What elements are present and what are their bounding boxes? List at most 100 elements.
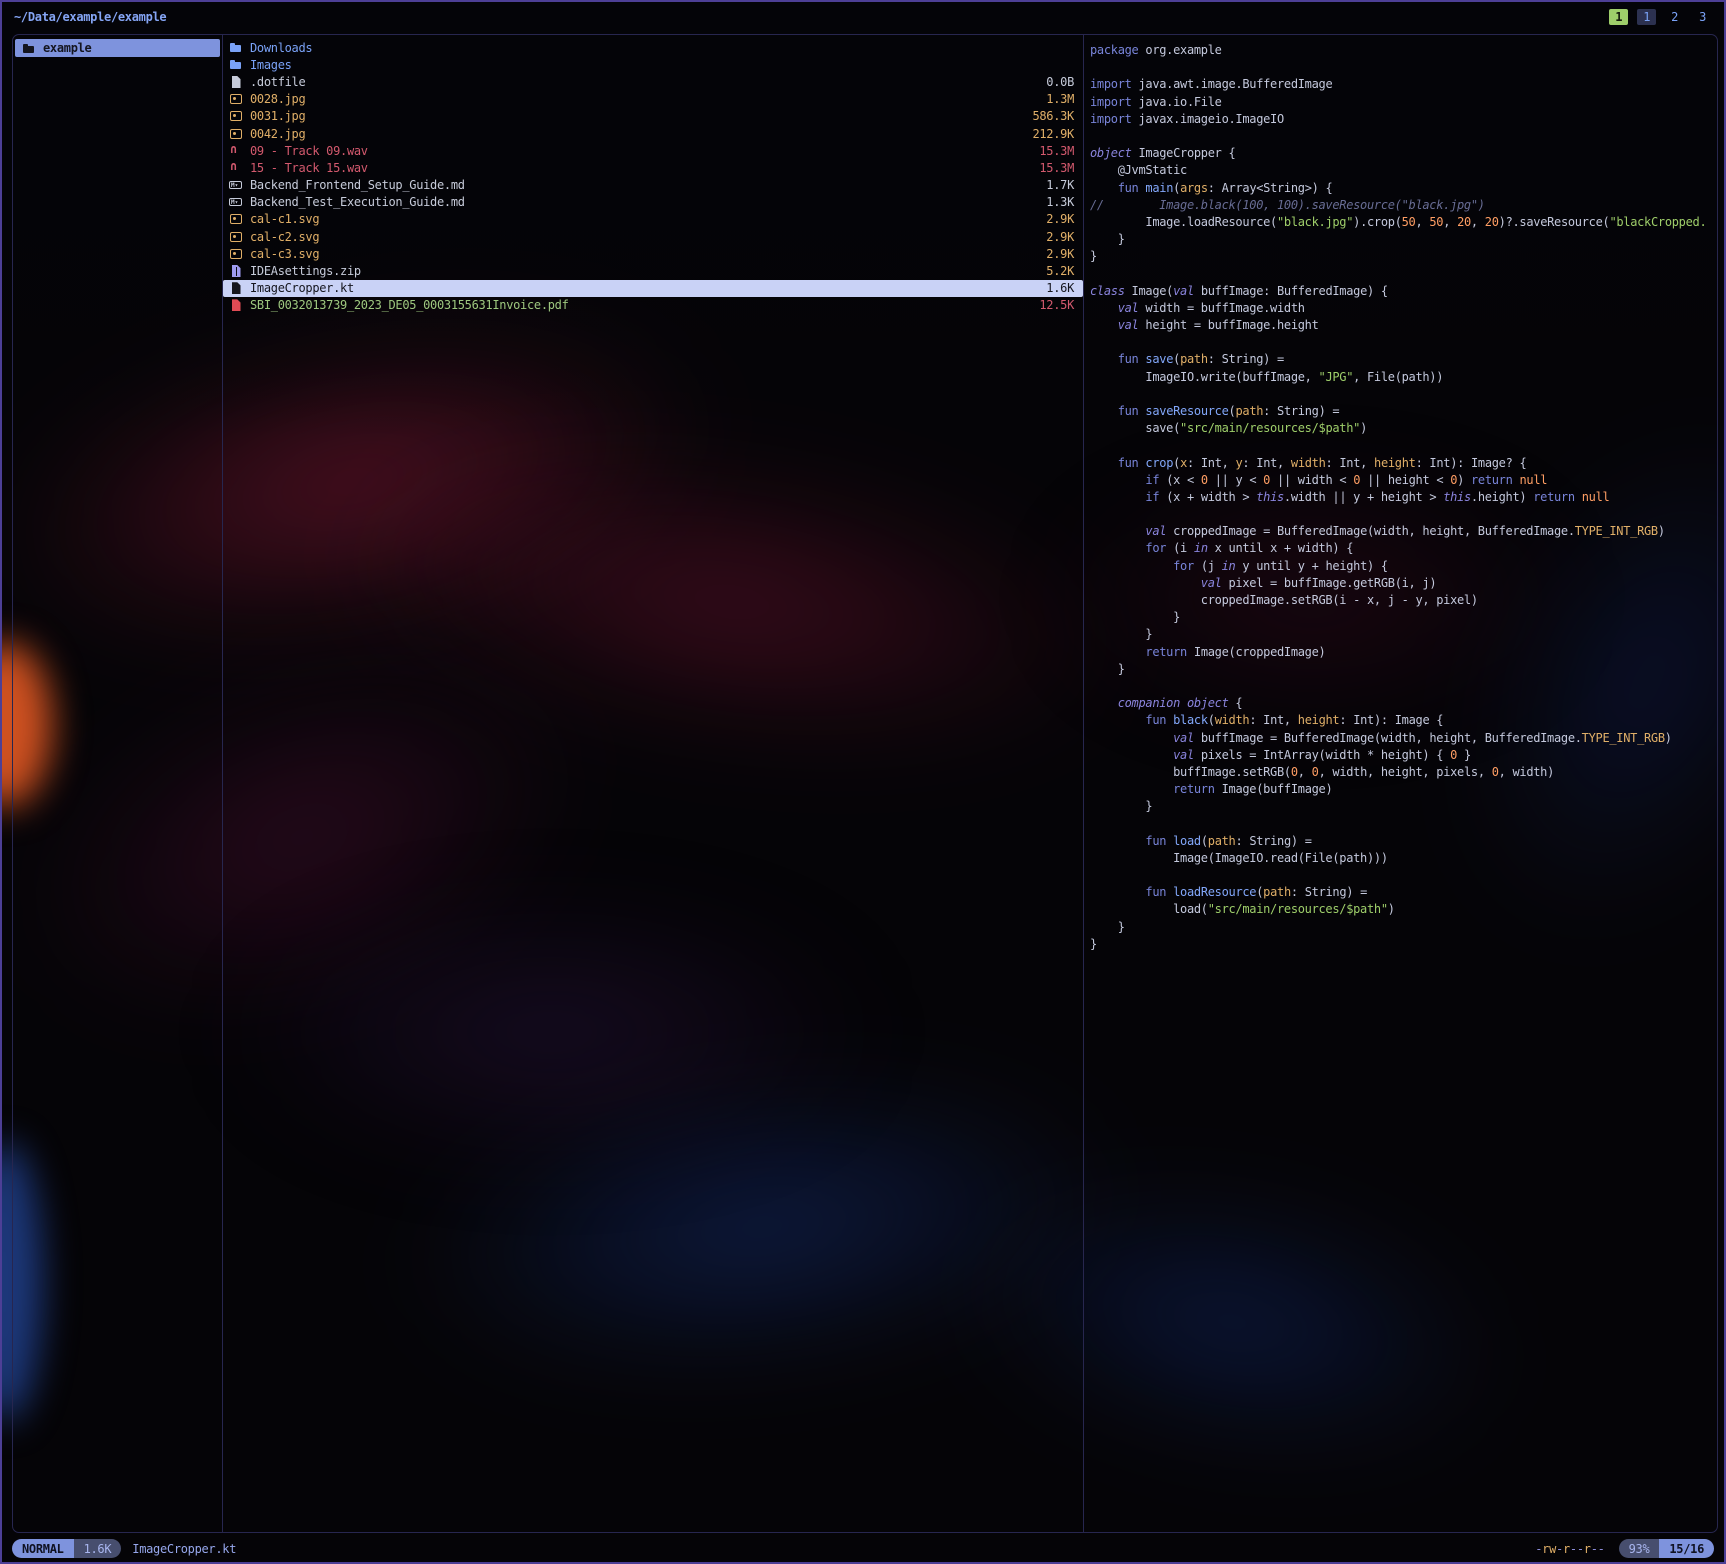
folder-icon: [229, 41, 243, 55]
file-size: 1.3K: [1046, 195, 1074, 209]
file-row[interactable]: 0042.jpg212.9K: [223, 125, 1083, 142]
code-line: fun black(width: Int, height: Int): Imag…: [1090, 712, 1717, 729]
code-line: for (j in y until y + height) {: [1090, 558, 1717, 575]
task-count-badge: 1: [1609, 9, 1628, 25]
code-line: buffImage.setRGB(0, 0, width, height, pi…: [1090, 764, 1717, 781]
file-name: 0042.jpg: [250, 127, 1025, 141]
code-line: }: [1090, 919, 1717, 936]
file-row[interactable]: Images: [223, 56, 1083, 73]
image-icon: [229, 127, 243, 141]
file-size: 586.3K: [1032, 109, 1074, 123]
zip-icon: [229, 264, 243, 278]
status-left: NORMAL 1.6K ImageCropper.kt: [12, 1539, 236, 1558]
file-name: ImageCropper.kt: [250, 281, 1039, 295]
code-line: val pixels = IntArray(width * height) { …: [1090, 747, 1717, 764]
code-line: [1090, 678, 1717, 695]
file-size: 2.9K: [1046, 247, 1074, 261]
file-size: 15.3M: [1039, 144, 1074, 158]
file-size: 2.9K: [1046, 230, 1074, 244]
code-line: val pixel = buffImage.getRGB(i, j): [1090, 575, 1717, 592]
file-row[interactable]: Downloads: [223, 39, 1083, 56]
code-line: }: [1090, 609, 1717, 626]
code-line: croppedImage.setRGB(i - x, j - y, pixel): [1090, 592, 1717, 609]
file-name: cal-c1.svg: [250, 212, 1039, 226]
code-line: }: [1090, 248, 1717, 265]
code-line: }: [1090, 936, 1717, 953]
file-size: 5.2K: [1046, 264, 1074, 278]
code-line: object ImageCropper {: [1090, 145, 1717, 162]
file-name: Downloads: [250, 41, 1067, 55]
file-icon: [229, 281, 243, 295]
tab-list: 123: [1637, 9, 1712, 25]
parent-panel[interactable]: example: [13, 35, 222, 1532]
file-size: 15.3M: [1039, 161, 1074, 175]
file-row[interactable]: cal-c2.svg 2.9K: [223, 228, 1083, 245]
current-panel[interactable]: DownloadsImages.dotfile0.0B0028.jpg1.3M0…: [222, 35, 1084, 1532]
code-line: [1090, 59, 1717, 76]
file-row[interactable]: .dotfile 0.0B: [223, 73, 1083, 90]
tab-bar: 1 123: [1609, 9, 1712, 25]
markdown-icon: [229, 178, 243, 192]
code-line: companion object {: [1090, 695, 1717, 712]
code-line: Image.loadResource("black.jpg").crop(50,…: [1090, 214, 1717, 231]
code-line: [1090, 815, 1717, 832]
image-icon: [229, 109, 243, 123]
file-row[interactable]: 09 - Track 09.wav 15.3M: [223, 142, 1083, 159]
code-line: save("src/main/resources/$path"): [1090, 420, 1717, 437]
file-name: .dotfile: [250, 75, 1039, 89]
code-line: load("src/main/resources/$path"): [1090, 901, 1717, 918]
file-icon: [229, 75, 243, 89]
code-line: class Image(val buffImage: BufferedImage…: [1090, 283, 1717, 300]
code-line: val buffImage = BufferedImage(width, hei…: [1090, 730, 1717, 747]
file-name: 0028.jpg: [250, 92, 1039, 106]
code-line: return Image(buffImage): [1090, 781, 1717, 798]
preview-panel[interactable]: package org.example import java.awt.imag…: [1084, 35, 1717, 1532]
file-row[interactable]: 0031.jpg 586.3K: [223, 108, 1083, 125]
folder-icon: [22, 41, 36, 55]
file-size-badge: 1.6K: [74, 1539, 122, 1558]
file-size: 1.3M: [1046, 92, 1074, 106]
mode-pill: NORMAL 1.6K: [12, 1539, 121, 1558]
file-name: cal-c2.svg: [250, 230, 1039, 244]
file-row[interactable]: 15 - Track 15.wav 15.3M: [223, 159, 1083, 176]
tab-3[interactable]: 3: [1693, 9, 1712, 25]
tab-2[interactable]: 2: [1665, 9, 1684, 25]
code-line: }: [1090, 626, 1717, 643]
code-line: ImageIO.write(buffImage, "JPG", File(pat…: [1090, 369, 1717, 386]
code-line: return Image(croppedImage): [1090, 644, 1717, 661]
code-line: import java.io.File: [1090, 94, 1717, 111]
parent-item-label: example: [43, 41, 91, 55]
panels-frame: example DownloadsImages .dotfile 0.0B 0028.…: [12, 34, 1718, 1533]
audio-icon: [229, 144, 243, 158]
permissions-text: -rw-r--r--: [1535, 1542, 1604, 1556]
file-name: 15 - Track 15.wav: [250, 161, 1032, 175]
file-row[interactable]: Backend_Test_Execution_Guide.md 1.3K: [223, 194, 1083, 211]
code-line: import javax.imageio.ImageIO: [1090, 111, 1717, 128]
code-line: @JvmStatic: [1090, 162, 1717, 179]
code-line: [1090, 265, 1717, 282]
file-row[interactable]: cal-c1.svg2.9K: [223, 211, 1083, 228]
audio-icon: [229, 161, 243, 175]
code-line: fun main(args: Array<String>) {: [1090, 180, 1717, 197]
file-list: DownloadsImages.dotfile0.0B0028.jpg1.3M0…: [223, 35, 1083, 314]
code-line: }: [1090, 661, 1717, 678]
code-line: if (x + width > this.width || y + height…: [1090, 489, 1717, 506]
file-row[interactable]: ImageCropper.kt1.6K: [223, 280, 1083, 297]
file-name: Backend_Test_Execution_Guide.md: [250, 195, 1039, 209]
code-line: [1090, 867, 1717, 884]
file-row[interactable]: 0028.jpg 1.3M: [223, 91, 1083, 108]
code-line: [1090, 506, 1717, 523]
file-row[interactable]: Backend_Frontend_Setup_Guide.md1.7K: [223, 177, 1083, 194]
tab-1[interactable]: 1: [1637, 9, 1656, 25]
code-line: val height = buffImage.height: [1090, 317, 1717, 334]
file-row[interactable]: SBI_0032013739_2023_DE05_0003155631Invoi…: [223, 297, 1083, 314]
file-row[interactable]: cal-c3.svg2.9K: [223, 245, 1083, 262]
code-line: }: [1090, 798, 1717, 815]
code-line: [1090, 437, 1717, 454]
file-row[interactable]: IDEAsettings.zip5.2K: [223, 262, 1083, 279]
file-size: 0.0B: [1046, 75, 1074, 89]
file-name: 0031.jpg: [250, 109, 1025, 123]
file-name: 09 - Track 09.wav: [250, 144, 1032, 158]
file-size: 12.5K: [1039, 298, 1074, 312]
parent-item[interactable]: example: [15, 39, 220, 57]
